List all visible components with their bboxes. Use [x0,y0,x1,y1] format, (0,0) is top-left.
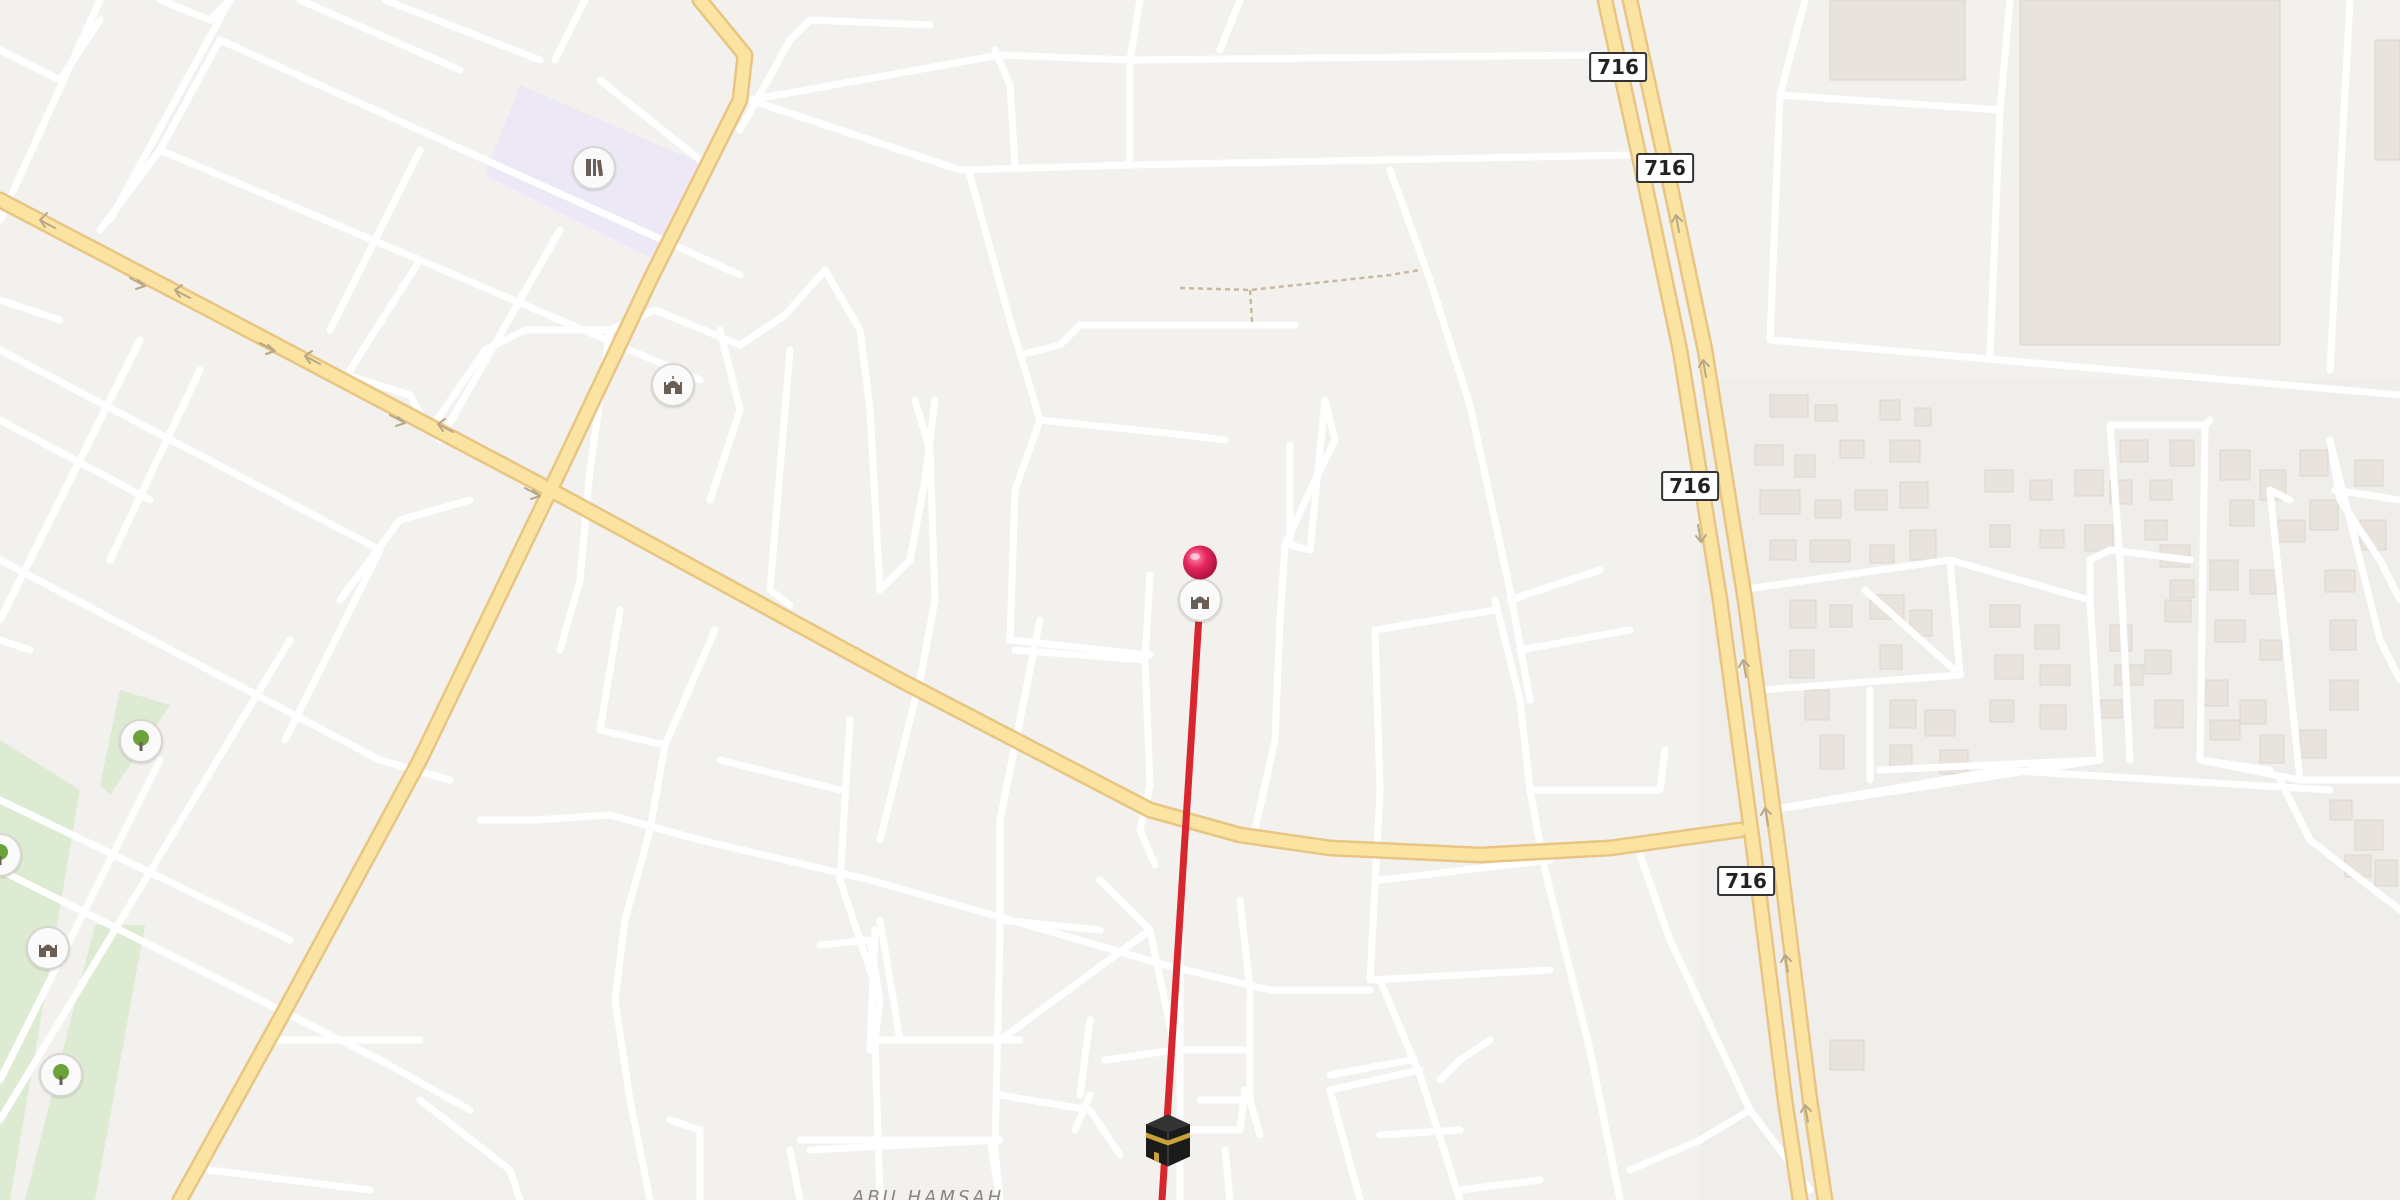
mosque-icon[interactable] [651,363,695,407]
tree-glyph [0,844,8,865]
building [2019,0,2281,346]
street-label-abu-hamsah: ABU HAMSAH [852,1187,1005,1200]
location-pin-icon[interactable] [1180,543,1220,588]
mosque-glyph [39,944,57,957]
map-canvas[interactable]: 716 716 716 716 ABU HAMSAH [0,0,2400,1200]
park-icon[interactable] [119,719,163,763]
route-shield-716: 716 [1636,153,1694,183]
footpath [1248,289,1254,323]
building [2374,39,2400,161]
route-shield-716: 716 [1589,52,1647,82]
mosque-icon[interactable] [26,926,70,970]
footpath [1179,268,1421,292]
building [1829,0,1966,81]
mosque-glyph [1191,596,1209,609]
route-shield-716: 716 [1717,866,1775,896]
kaaba-glyph [1146,1114,1190,1167]
kaaba-icon [1140,1111,1196,1174]
park-icon[interactable] [39,1053,83,1097]
library-icon[interactable] [572,146,616,190]
mosque-glyph [664,376,682,394]
major-roads [0,0,1831,1200]
tree-glyph [133,730,149,751]
pin-glyph [1183,545,1217,580]
library-glyph [586,159,604,177]
route-shield-716: 716 [1661,471,1719,501]
tree-glyph [53,1064,69,1085]
